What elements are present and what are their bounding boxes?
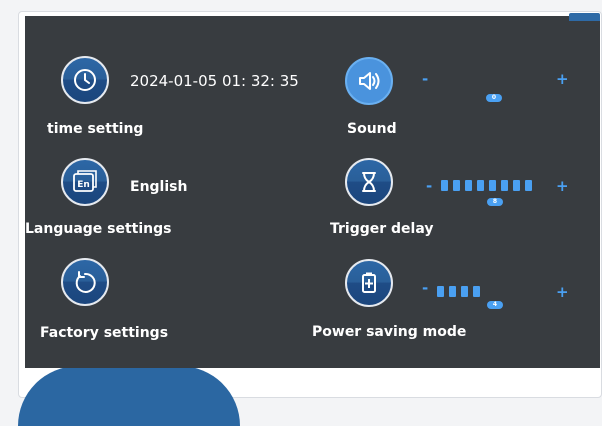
trigger-decrease-button[interactable]: - — [426, 177, 432, 195]
power-level-badge: 4 — [487, 301, 503, 309]
power-level-segment — [437, 286, 444, 297]
language-icon: En — [73, 170, 97, 192]
power-decrease-button[interactable]: - — [422, 279, 428, 297]
time-setting-label: time setting — [47, 121, 144, 137]
trigger-delay-button[interactable] — [345, 158, 393, 206]
background-decoration — [18, 366, 240, 426]
power-saving-label: Power saving mode — [312, 324, 467, 340]
time-setting-button[interactable] — [61, 56, 109, 104]
factory-reset-button[interactable] — [61, 258, 109, 306]
trigger-level-segment — [513, 180, 520, 191]
hourglass-icon — [362, 172, 376, 192]
trigger-level-badge: 8 — [487, 198, 503, 206]
language-settings-label: Language settings — [25, 221, 172, 237]
corner-tab — [569, 13, 600, 21]
sound-button[interactable] — [345, 57, 393, 105]
power-level-segment — [449, 286, 456, 297]
power-saving-button[interactable] — [345, 259, 393, 307]
trigger-level-segment — [453, 180, 460, 191]
trigger-increase-button[interactable]: + — [556, 177, 569, 195]
trigger-level-segment — [477, 180, 484, 191]
current-language: English — [130, 179, 188, 195]
speaker-icon — [359, 72, 380, 90]
trigger-level-segment — [465, 180, 472, 191]
sound-decrease-button[interactable]: - — [422, 70, 428, 88]
language-setting-button[interactable]: En — [61, 158, 109, 206]
settings-panel — [25, 16, 600, 368]
reset-icon — [75, 271, 96, 293]
sound-label: Sound — [347, 121, 397, 137]
power-level-segment — [461, 286, 468, 297]
trigger-level-segment — [501, 180, 508, 191]
clock-icon — [74, 69, 96, 91]
trigger-level-segment — [489, 180, 496, 191]
sound-increase-button[interactable]: + — [556, 70, 569, 88]
current-datetime: 2024-01-05 01: 32: 35 — [130, 72, 299, 90]
power-increase-button[interactable]: + — [556, 283, 569, 301]
factory-settings-label: Factory settings — [40, 325, 169, 341]
language-icon-text: En — [77, 180, 90, 190]
battery-icon — [362, 272, 376, 293]
trigger-level-segment — [525, 180, 532, 191]
trigger-level-segment — [441, 180, 448, 191]
sound-level-badge: 0 — [486, 94, 502, 102]
trigger-delay-label: Trigger delay — [330, 221, 434, 237]
power-level-segment — [473, 286, 480, 297]
